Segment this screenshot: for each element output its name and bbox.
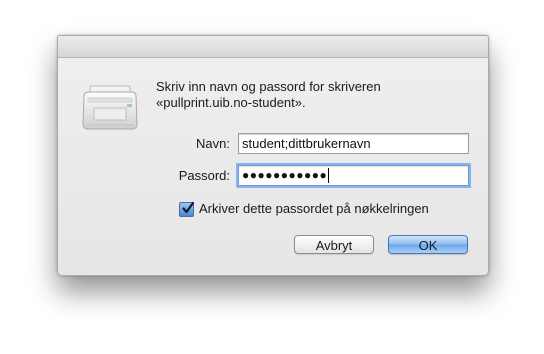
dialog-message: Skriv inn navn og passord for skriveren … — [156, 79, 476, 111]
name-label: Navn: — [196, 136, 230, 151]
title-bar[interactable] — [58, 36, 488, 58]
printer-auth-dialog: Skriv inn navn og passord for skriveren … — [57, 35, 489, 276]
keychain-checkbox-label[interactable]: Arkiver dette passordet på nøkkelringen — [199, 201, 429, 216]
printer-icon — [82, 85, 138, 130]
name-field-value: student;dittbrukernavn — [242, 136, 371, 151]
password-label: Passord: — [178, 168, 230, 183]
message-line-1: Skriv inn navn og passord for skriveren — [156, 79, 381, 94]
keychain-checkbox[interactable] — [179, 201, 195, 217]
cancel-button[interactable]: Avbryt — [294, 235, 374, 254]
message-line-2: «pullprint.uib.no-student». — [156, 95, 306, 110]
checkmark-icon — [182, 201, 195, 214]
name-field[interactable]: student;dittbrukernavn — [238, 133, 469, 154]
text-caret — [328, 168, 330, 184]
ok-button[interactable]: OK — [388, 235, 468, 254]
password-field[interactable]: ●●●●●●●●●●● — [238, 165, 469, 186]
password-field-value: ●●●●●●●●●●● — [242, 168, 328, 182]
